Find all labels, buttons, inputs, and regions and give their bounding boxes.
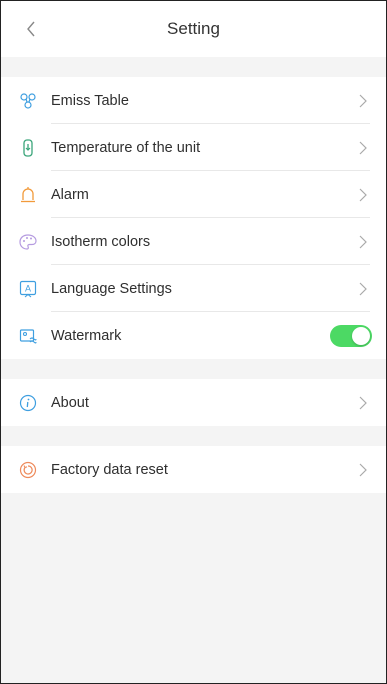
language-settings-row[interactable]: A Language Settings bbox=[1, 265, 386, 312]
page-title: Setting bbox=[167, 19, 220, 38]
language-icon: A bbox=[19, 280, 37, 298]
factory-reset-label: Factory data reset bbox=[51, 461, 168, 478]
about-group: About bbox=[1, 379, 386, 426]
emiss-table-label: Emiss Table bbox=[51, 92, 129, 109]
chevron-right-icon bbox=[356, 94, 370, 108]
isotherm-colors-row[interactable]: Isotherm colors bbox=[1, 218, 386, 265]
alarm-row[interactable]: Alarm bbox=[1, 171, 386, 218]
chevron-right-icon bbox=[356, 141, 370, 155]
palette-icon bbox=[19, 233, 37, 251]
toggle-knob bbox=[352, 326, 370, 345]
back-button[interactable] bbox=[21, 19, 41, 39]
app-frame: Setting Emiss Table Temperature of the u… bbox=[0, 0, 387, 684]
chevron-right-icon bbox=[356, 463, 370, 477]
reset-icon bbox=[19, 461, 37, 479]
chevron-right-icon bbox=[356, 282, 370, 296]
info-icon bbox=[19, 394, 37, 412]
settings-group: Emiss Table Temperature of the unit Alar… bbox=[1, 77, 386, 359]
temperature-unit-label: Temperature of the unit bbox=[51, 139, 201, 156]
watermark-row: Watermark bbox=[1, 312, 386, 359]
chevron-right-icon bbox=[356, 235, 370, 249]
svg-text:A: A bbox=[25, 283, 31, 293]
molecule-icon bbox=[19, 92, 37, 110]
alarm-icon bbox=[19, 186, 37, 204]
watermark-icon bbox=[19, 327, 37, 345]
chevron-left-icon bbox=[27, 21, 35, 37]
about-label: About bbox=[51, 394, 89, 411]
about-row[interactable]: About bbox=[1, 379, 386, 426]
watermark-label: Watermark bbox=[51, 327, 122, 344]
top-bar: Setting bbox=[1, 1, 386, 57]
chevron-right-icon bbox=[356, 396, 370, 410]
emiss-table-row[interactable]: Emiss Table bbox=[1, 77, 386, 124]
reset-group: Factory data reset bbox=[1, 446, 386, 493]
factory-reset-row[interactable]: Factory data reset bbox=[1, 446, 386, 493]
chevron-right-icon bbox=[356, 188, 370, 202]
watermark-toggle[interactable] bbox=[330, 324, 372, 347]
section-gap bbox=[1, 57, 386, 77]
temperature-unit-row[interactable]: Temperature of the unit bbox=[1, 124, 386, 171]
section-gap bbox=[1, 426, 386, 446]
isotherm-colors-label: Isotherm colors bbox=[51, 233, 151, 250]
thermometer-icon bbox=[19, 138, 37, 157]
language-settings-label: Language Settings bbox=[51, 280, 172, 297]
section-gap bbox=[1, 359, 386, 379]
alarm-label: Alarm bbox=[51, 186, 89, 203]
